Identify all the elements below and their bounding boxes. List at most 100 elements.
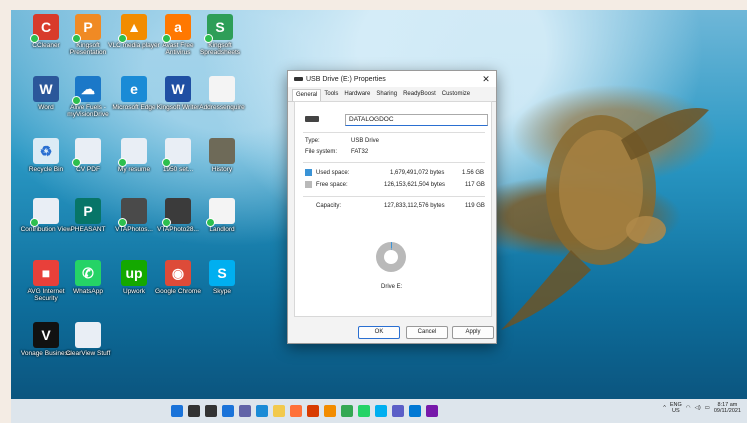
sync-check-icon	[30, 34, 39, 43]
desktop-icon-kingsoft-spreadsheets[interactable]: S Kingsoft Spreadsheets	[193, 14, 247, 57]
language-indicator[interactable]: ENG US	[670, 402, 682, 414]
dialog-titlebar[interactable]: USB Drive (E:) Properties ✕	[288, 71, 496, 87]
desktop-icon-label: Landlord	[209, 226, 235, 233]
usage-donut-chart	[376, 242, 406, 272]
volume-icon[interactable]: ◁)	[695, 405, 701, 411]
sync-check-icon	[206, 218, 215, 227]
filesystem-value: FAT32	[351, 149, 369, 155]
office-icon[interactable]	[307, 405, 319, 417]
dialog-title: USB Drive (E:) Properties	[306, 75, 386, 83]
sync-check-icon	[118, 34, 127, 43]
chat-icon[interactable]	[239, 405, 251, 417]
free-space-swatch	[305, 181, 312, 188]
tab-strip: General Tools Hardware Sharing ReadyBoost Cus…	[288, 87, 496, 102]
sync-check-icon	[204, 34, 213, 43]
desktop-icon-label: ClearView Stuff	[65, 350, 111, 357]
tab-readyboost[interactable]: ReadyBoost	[400, 89, 439, 101]
clock[interactable]: 8:17 am 09/11/2021	[714, 402, 741, 414]
used-space-swatch	[305, 169, 312, 176]
recycle-icon: ♻	[33, 138, 59, 164]
desktop: C CCleaner P Kingsoft Presentation ▲ VLC medi…	[11, 10, 747, 423]
ok-button[interactable]: OK	[358, 326, 400, 339]
general-panel: DATALOGDOC Type: USB Drive File system: …	[294, 101, 492, 317]
avg-icon: ■	[33, 260, 59, 286]
cv-icon	[72, 138, 101, 167]
onenote-icon[interactable]	[426, 405, 438, 417]
vonage-icon: V	[33, 322, 59, 348]
sync-check-icon	[30, 218, 39, 227]
sync-check-icon	[162, 158, 171, 167]
clock-date: 09/11/2021	[713, 408, 741, 415]
scanner-icon: W	[165, 76, 191, 102]
turtle-wallpaper-image	[501, 108, 709, 330]
used-space-label: Used space:	[316, 170, 350, 176]
capacity-bytes: 127,833,112,576 bytes	[384, 203, 445, 209]
drive-icon	[305, 116, 319, 122]
chrome-icon[interactable]	[341, 405, 353, 417]
chrome-icon: ◉	[165, 260, 191, 286]
whatsapp-icon[interactable]	[358, 405, 370, 417]
battery-icon[interactable]: ▭	[705, 405, 710, 411]
tab-customize[interactable]: Customize	[439, 89, 473, 101]
edge-icon: e	[121, 76, 147, 102]
drive-name-input[interactable]: DATALOGDOC	[345, 114, 488, 126]
desktop-icon-label: Addressenquire	[199, 104, 245, 111]
sync-check-icon	[72, 158, 81, 167]
desktop-icon-clearview[interactable]: ClearView Stuff	[61, 322, 115, 357]
edge-icon[interactable]	[256, 405, 268, 417]
tab-hardware[interactable]: Hardware	[341, 89, 373, 101]
desktop-icon-skype[interactable]: S Skype	[195, 260, 249, 295]
capacity-label: Capacity:	[316, 203, 342, 209]
desktop-icon-landlord[interactable]: Landlord	[195, 198, 249, 233]
close-button[interactable]: ✕	[476, 74, 496, 85]
desktop-icon-file-doc1[interactable]: Addressenquire	[195, 76, 249, 111]
show-hidden-icons-button[interactable]: ^	[663, 405, 666, 411]
free-space-label: Free space:	[316, 182, 348, 188]
tab-sharing[interactable]: Sharing	[373, 89, 400, 101]
cancel-button[interactable]: Cancel	[406, 326, 448, 339]
divider	[303, 196, 485, 197]
file-doc1-icon	[209, 76, 235, 102]
sync-check-icon	[72, 34, 81, 43]
upwork-icon: up	[121, 260, 147, 286]
divider	[303, 132, 485, 133]
contribution-icon	[30, 198, 59, 227]
firefox-icon[interactable]	[290, 405, 302, 417]
task-view-icon[interactable]	[205, 405, 217, 417]
ccleaner-icon: C	[30, 14, 59, 43]
teams-icon[interactable]	[392, 405, 404, 417]
type-label: Type:	[305, 138, 320, 144]
tab-general[interactable]: General	[292, 89, 322, 101]
desktop-icon-label: Kingsoft Spreadsheets	[199, 42, 241, 57]
kingsoft-spreadsheets-icon: S	[204, 14, 233, 43]
free-space-gb: 117 GB	[465, 182, 485, 188]
apply-button[interactable]: Apply	[452, 326, 494, 339]
capacity-gb: 119 GB	[465, 203, 485, 209]
vlc-icon[interactable]	[324, 405, 336, 417]
1950s-icon	[162, 138, 191, 167]
properties-dialog: USB Drive (E:) Properties ✕ General Tools…	[287, 70, 497, 344]
drive-letter-label: Drive E:	[381, 284, 403, 290]
store-icon[interactable]	[409, 405, 421, 417]
wifi-icon[interactable]: ◠	[686, 405, 691, 411]
desktop-icon-history[interactable]: History	[195, 138, 249, 173]
avast-icon: a	[162, 14, 191, 43]
desktop-icon-label: History	[211, 166, 233, 173]
taskbar: ^ ENG US ◠ ◁) ▭ 8:17 am 09/11/2021	[11, 399, 747, 423]
photo1-icon	[118, 198, 147, 227]
skype-icon[interactable]	[375, 405, 387, 417]
sync-check-icon	[72, 96, 81, 105]
search-icon[interactable]	[188, 405, 200, 417]
sync-check-icon	[118, 158, 127, 167]
word-icon: W	[33, 76, 59, 102]
tab-tools[interactable]: Tools	[321, 89, 341, 101]
explorer-icon[interactable]	[273, 405, 285, 417]
filesystem-label: File system:	[305, 149, 338, 155]
kingsoft-presentation-icon: P	[72, 14, 101, 43]
whatsapp-icon: ✆	[75, 260, 101, 286]
used-space-bytes: 1,679,491,072 bytes	[390, 170, 445, 176]
start-icon[interactable]	[171, 405, 183, 417]
desktop-icon-label: Skype	[212, 288, 232, 295]
vlc-icon: ▲	[118, 14, 147, 43]
widgets-icon[interactable]	[222, 405, 234, 417]
